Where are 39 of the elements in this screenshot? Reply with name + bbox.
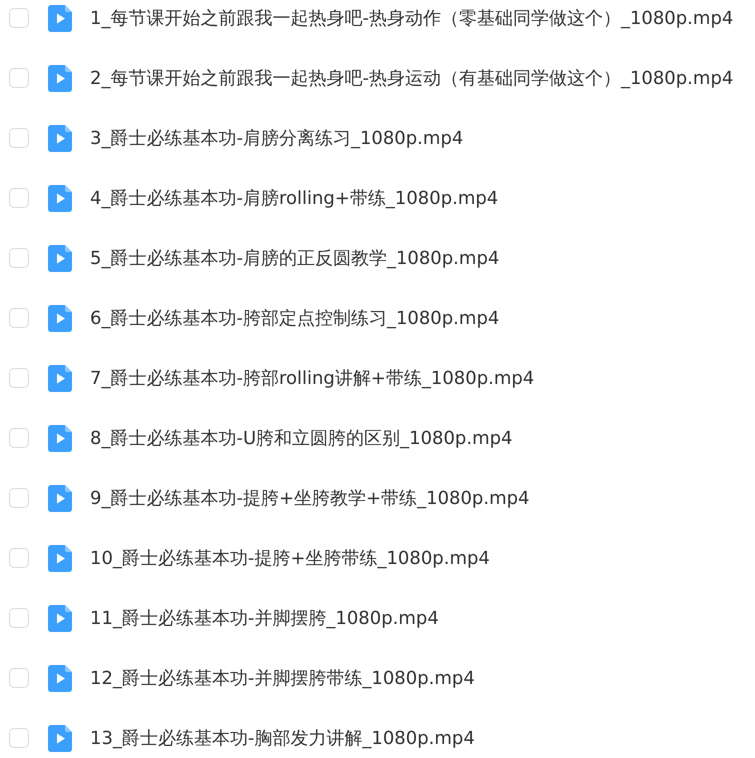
video-file-icon	[48, 364, 72, 392]
video-file-icon	[48, 64, 72, 92]
video-file-icon	[48, 244, 72, 272]
checkbox[interactable]	[9, 488, 29, 508]
checkbox[interactable]	[9, 608, 29, 628]
checkbox[interactable]	[9, 8, 29, 28]
file-name[interactable]: 6_爵士必练基本功-胯部定点控制练习_1080p.mp4	[90, 304, 500, 332]
video-file-icon	[48, 184, 72, 212]
file-name[interactable]: 13_爵士必练基本功-胸部发力讲解_1080p.mp4	[90, 724, 475, 752]
file-name[interactable]: 5_爵士必练基本功-肩膀的正反圆教学_1080p.mp4	[90, 244, 500, 272]
checkbox[interactable]	[9, 128, 29, 148]
video-file-icon	[48, 304, 72, 332]
video-file-icon	[48, 724, 72, 752]
video-file-icon	[48, 4, 72, 32]
checkbox[interactable]	[9, 368, 29, 388]
file-name[interactable]: 11_爵士必练基本功-并脚摆胯_1080p.mp4	[90, 604, 439, 632]
checkbox[interactable]	[9, 728, 29, 748]
file-name[interactable]: 8_爵士必练基本功-U胯和立圆胯的区别_1080p.mp4	[90, 424, 512, 452]
file-name[interactable]: 4_爵士必练基本功-肩膀rolling+带练_1080p.mp4	[90, 184, 498, 212]
video-file-icon	[48, 424, 72, 452]
checkbox[interactable]	[9, 188, 29, 208]
video-file-icon	[48, 124, 72, 152]
video-file-icon	[48, 484, 72, 512]
checkbox[interactable]	[9, 248, 29, 268]
file-name[interactable]: 10_爵士必练基本功-提胯+坐胯带练_1080p.mp4	[90, 544, 490, 572]
file-name[interactable]: 3_爵士必练基本功-肩膀分离练习_1080p.mp4	[90, 124, 464, 152]
file-name[interactable]: 1_每节课开始之前跟我一起热身吧-热身动作（零基础同学做这个）_1080p.mp4	[90, 4, 734, 32]
checkbox[interactable]	[9, 548, 29, 568]
file-name[interactable]: 12_爵士必练基本功-并脚摆胯带练_1080p.mp4	[90, 664, 475, 692]
file-name[interactable]: 9_爵士必练基本功-提胯+坐胯教学+带练_1080p.mp4	[90, 484, 530, 512]
file-name[interactable]: 7_爵士必练基本功-胯部rolling讲解+带练_1080p.mp4	[90, 364, 534, 392]
checkbox[interactable]	[9, 68, 29, 88]
video-file-icon	[48, 604, 72, 632]
checkbox[interactable]	[9, 428, 29, 448]
checkbox[interactable]	[9, 668, 29, 688]
checkbox[interactable]	[9, 308, 29, 328]
file-name[interactable]: 2_每节课开始之前跟我一起热身吧-热身运动（有基础同学做这个）_1080p.mp4	[90, 64, 734, 92]
video-file-icon	[48, 664, 72, 692]
video-file-icon	[48, 544, 72, 572]
